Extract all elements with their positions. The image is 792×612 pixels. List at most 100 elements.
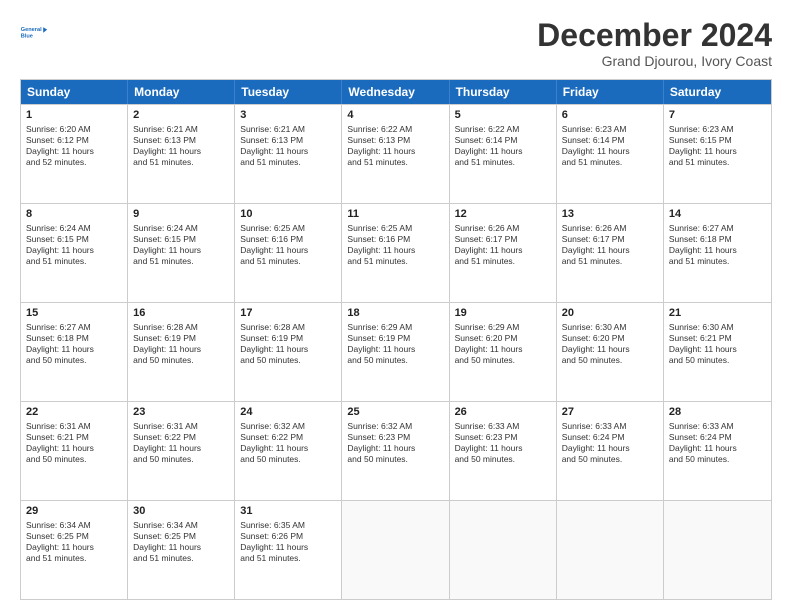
day-cell-5: 5Sunrise: 6:22 AMSunset: 6:14 PMDaylight… — [450, 105, 557, 203]
header-day-monday: Monday — [128, 80, 235, 104]
day-number: 2 — [133, 108, 229, 123]
day-cell-11: 11Sunrise: 6:25 AMSunset: 6:16 PMDayligh… — [342, 204, 449, 302]
day-number: 8 — [26, 207, 122, 222]
svg-text:Blue: Blue — [21, 34, 33, 40]
empty-cell — [557, 501, 664, 599]
day-info: Sunrise: 6:24 AMSunset: 6:15 PMDaylight:… — [133, 223, 229, 267]
day-number: 17 — [240, 306, 336, 321]
day-cell-27: 27Sunrise: 6:33 AMSunset: 6:24 PMDayligh… — [557, 402, 664, 500]
day-number: 10 — [240, 207, 336, 222]
day-number: 31 — [240, 504, 336, 519]
day-cell-18: 18Sunrise: 6:29 AMSunset: 6:19 PMDayligh… — [342, 303, 449, 401]
day-number: 28 — [669, 405, 766, 420]
day-info: Sunrise: 6:21 AMSunset: 6:13 PMDaylight:… — [133, 124, 229, 168]
day-info: Sunrise: 6:25 AMSunset: 6:16 PMDaylight:… — [240, 223, 336, 267]
day-info: Sunrise: 6:26 AMSunset: 6:17 PMDaylight:… — [562, 223, 658, 267]
header: GeneralBlue December 2024 Grand Djourou,… — [20, 18, 772, 69]
cal-row-5: 29Sunrise: 6:34 AMSunset: 6:25 PMDayligh… — [21, 500, 771, 599]
day-info: Sunrise: 6:33 AMSunset: 6:24 PMDaylight:… — [562, 421, 658, 465]
day-cell-21: 21Sunrise: 6:30 AMSunset: 6:21 PMDayligh… — [664, 303, 771, 401]
empty-cell — [450, 501, 557, 599]
day-info: Sunrise: 6:24 AMSunset: 6:15 PMDaylight:… — [26, 223, 122, 267]
day-cell-6: 6Sunrise: 6:23 AMSunset: 6:14 PMDaylight… — [557, 105, 664, 203]
day-cell-2: 2Sunrise: 6:21 AMSunset: 6:13 PMDaylight… — [128, 105, 235, 203]
day-cell-28: 28Sunrise: 6:33 AMSunset: 6:24 PMDayligh… — [664, 402, 771, 500]
day-info: Sunrise: 6:29 AMSunset: 6:20 PMDaylight:… — [455, 322, 551, 366]
header-day-friday: Friday — [557, 80, 664, 104]
day-number: 7 — [669, 108, 766, 123]
day-number: 3 — [240, 108, 336, 123]
day-info: Sunrise: 6:23 AMSunset: 6:15 PMDaylight:… — [669, 124, 766, 168]
day-info: Sunrise: 6:33 AMSunset: 6:24 PMDaylight:… — [669, 421, 766, 465]
day-info: Sunrise: 6:31 AMSunset: 6:22 PMDaylight:… — [133, 421, 229, 465]
day-info: Sunrise: 6:29 AMSunset: 6:19 PMDaylight:… — [347, 322, 443, 366]
day-number: 24 — [240, 405, 336, 420]
day-cell-22: 22Sunrise: 6:31 AMSunset: 6:21 PMDayligh… — [21, 402, 128, 500]
day-info: Sunrise: 6:28 AMSunset: 6:19 PMDaylight:… — [240, 322, 336, 366]
day-number: 18 — [347, 306, 443, 321]
day-info: Sunrise: 6:35 AMSunset: 6:26 PMDaylight:… — [240, 520, 336, 564]
day-cell-14: 14Sunrise: 6:27 AMSunset: 6:18 PMDayligh… — [664, 204, 771, 302]
day-number: 22 — [26, 405, 122, 420]
day-info: Sunrise: 6:23 AMSunset: 6:14 PMDaylight:… — [562, 124, 658, 168]
svg-text:General: General — [21, 27, 42, 33]
day-info: Sunrise: 6:34 AMSunset: 6:25 PMDaylight:… — [26, 520, 122, 564]
page: GeneralBlue December 2024 Grand Djourou,… — [0, 0, 792, 612]
day-info: Sunrise: 6:20 AMSunset: 6:12 PMDaylight:… — [26, 124, 122, 168]
day-info: Sunrise: 6:25 AMSunset: 6:16 PMDaylight:… — [347, 223, 443, 267]
day-cell-19: 19Sunrise: 6:29 AMSunset: 6:20 PMDayligh… — [450, 303, 557, 401]
day-number: 26 — [455, 405, 551, 420]
cal-row-1: 1Sunrise: 6:20 AMSunset: 6:12 PMDaylight… — [21, 104, 771, 203]
day-number: 21 — [669, 306, 766, 321]
day-info: Sunrise: 6:27 AMSunset: 6:18 PMDaylight:… — [26, 322, 122, 366]
day-info: Sunrise: 6:28 AMSunset: 6:19 PMDaylight:… — [133, 322, 229, 366]
day-cell-23: 23Sunrise: 6:31 AMSunset: 6:22 PMDayligh… — [128, 402, 235, 500]
day-cell-1: 1Sunrise: 6:20 AMSunset: 6:12 PMDaylight… — [21, 105, 128, 203]
day-cell-4: 4Sunrise: 6:22 AMSunset: 6:13 PMDaylight… — [342, 105, 449, 203]
day-cell-15: 15Sunrise: 6:27 AMSunset: 6:18 PMDayligh… — [21, 303, 128, 401]
day-number: 4 — [347, 108, 443, 123]
logo-icon: GeneralBlue — [20, 18, 48, 46]
header-day-thursday: Thursday — [450, 80, 557, 104]
day-info: Sunrise: 6:26 AMSunset: 6:17 PMDaylight:… — [455, 223, 551, 267]
calendar-header: SundayMondayTuesdayWednesdayThursdayFrid… — [21, 80, 771, 104]
calendar-body: 1Sunrise: 6:20 AMSunset: 6:12 PMDaylight… — [21, 104, 771, 599]
day-cell-24: 24Sunrise: 6:32 AMSunset: 6:22 PMDayligh… — [235, 402, 342, 500]
header-day-tuesday: Tuesday — [235, 80, 342, 104]
day-info: Sunrise: 6:30 AMSunset: 6:20 PMDaylight:… — [562, 322, 658, 366]
day-number: 16 — [133, 306, 229, 321]
day-number: 30 — [133, 504, 229, 519]
day-number: 13 — [562, 207, 658, 222]
day-cell-3: 3Sunrise: 6:21 AMSunset: 6:13 PMDaylight… — [235, 105, 342, 203]
day-info: Sunrise: 6:33 AMSunset: 6:23 PMDaylight:… — [455, 421, 551, 465]
day-number: 29 — [26, 504, 122, 519]
day-number: 6 — [562, 108, 658, 123]
day-cell-20: 20Sunrise: 6:30 AMSunset: 6:20 PMDayligh… — [557, 303, 664, 401]
day-number: 20 — [562, 306, 658, 321]
day-cell-7: 7Sunrise: 6:23 AMSunset: 6:15 PMDaylight… — [664, 105, 771, 203]
day-number: 1 — [26, 108, 122, 123]
day-info: Sunrise: 6:27 AMSunset: 6:18 PMDaylight:… — [669, 223, 766, 267]
day-number: 12 — [455, 207, 551, 222]
title-block: December 2024 Grand Djourou, Ivory Coast — [537, 18, 772, 69]
day-info: Sunrise: 6:31 AMSunset: 6:21 PMDaylight:… — [26, 421, 122, 465]
day-info: Sunrise: 6:32 AMSunset: 6:23 PMDaylight:… — [347, 421, 443, 465]
day-number: 15 — [26, 306, 122, 321]
day-cell-17: 17Sunrise: 6:28 AMSunset: 6:19 PMDayligh… — [235, 303, 342, 401]
day-cell-16: 16Sunrise: 6:28 AMSunset: 6:19 PMDayligh… — [128, 303, 235, 401]
day-number: 14 — [669, 207, 766, 222]
day-cell-25: 25Sunrise: 6:32 AMSunset: 6:23 PMDayligh… — [342, 402, 449, 500]
day-number: 27 — [562, 405, 658, 420]
day-cell-8: 8Sunrise: 6:24 AMSunset: 6:15 PMDaylight… — [21, 204, 128, 302]
day-number: 11 — [347, 207, 443, 222]
cal-row-3: 15Sunrise: 6:27 AMSunset: 6:18 PMDayligh… — [21, 302, 771, 401]
day-number: 19 — [455, 306, 551, 321]
day-info: Sunrise: 6:21 AMSunset: 6:13 PMDaylight:… — [240, 124, 336, 168]
day-info: Sunrise: 6:22 AMSunset: 6:14 PMDaylight:… — [455, 124, 551, 168]
day-cell-13: 13Sunrise: 6:26 AMSunset: 6:17 PMDayligh… — [557, 204, 664, 302]
day-number: 5 — [455, 108, 551, 123]
day-cell-12: 12Sunrise: 6:26 AMSunset: 6:17 PMDayligh… — [450, 204, 557, 302]
day-number: 9 — [133, 207, 229, 222]
header-day-wednesday: Wednesday — [342, 80, 449, 104]
header-day-sunday: Sunday — [21, 80, 128, 104]
